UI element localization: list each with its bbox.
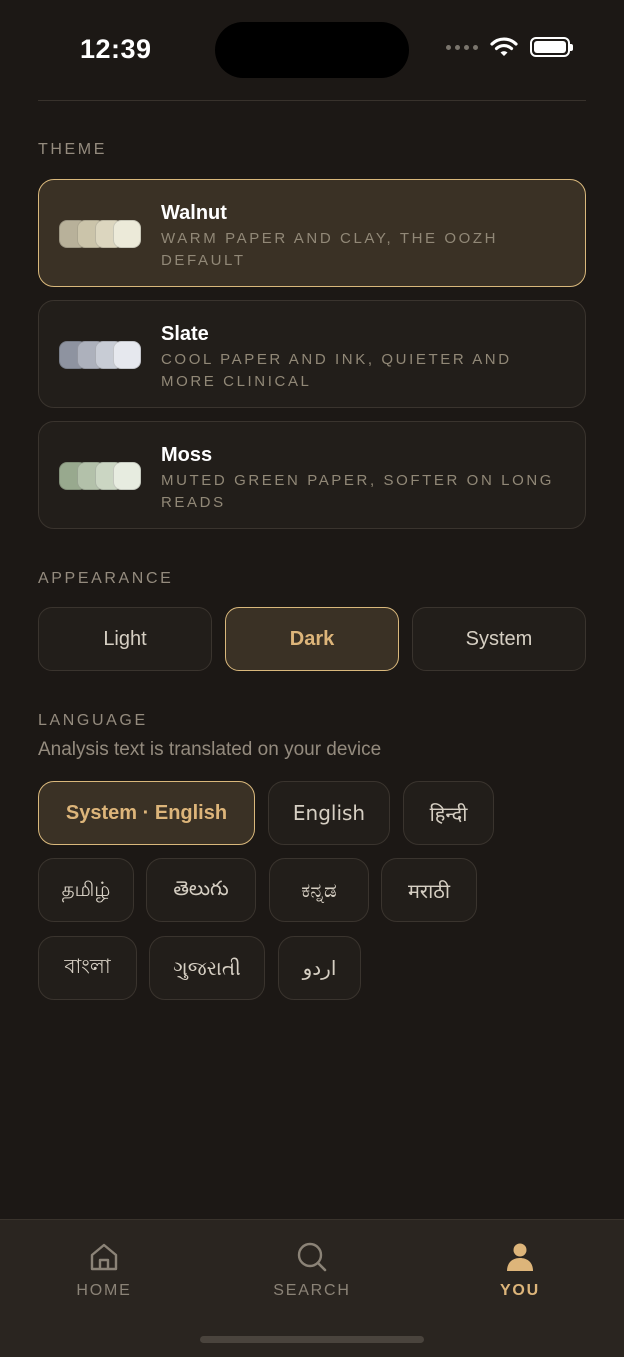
theme-description: COOL PAPER AND INK, QUIETER AND MORE CLI… <box>161 351 512 390</box>
appearance-system-button[interactable]: System <box>412 607 586 671</box>
language-subtitle: Analysis text is translated on your devi… <box>38 739 382 760</box>
tab-label: HOME <box>76 1282 132 1299</box>
theme-name: Walnut <box>161 202 227 224</box>
appearance-light-button[interactable]: Light <box>38 607 212 671</box>
theme-card-walnut[interactable]: Walnut WARM PAPER AND CLAY, THE OOZH DEF… <box>38 179 586 287</box>
header-divider <box>38 100 586 101</box>
language-chip-english[interactable]: English <box>268 781 390 845</box>
tab-label: SEARCH <box>273 1282 351 1299</box>
language-section-label: LANGUAGE <box>38 712 148 729</box>
dynamic-island <box>215 22 409 78</box>
search-icon <box>297 1242 327 1272</box>
theme-description: WARM PAPER AND CLAY, THE OOZH DEFAULT <box>161 230 499 269</box>
language-chip-kannada[interactable]: ಕನ್ನಡ <box>269 858 369 922</box>
language-chip-gujarati[interactable]: ગુજરાતી <box>149 936 265 1000</box>
swatch <box>113 341 141 369</box>
settings-screen: 12:39 THEME Walnut WARM PAPER AND CLAY, … <box>0 0 624 1357</box>
language-chip-system-english[interactable]: System · English <box>38 781 255 845</box>
wifi-icon <box>490 37 518 56</box>
tab-label: YOU <box>499 1282 541 1299</box>
tab-you[interactable]: YOU <box>416 1220 624 1320</box>
home-icon <box>90 1243 118 1271</box>
language-chip-urdu[interactable]: اردو <box>278 936 361 1000</box>
theme-card-moss[interactable]: Moss MUTED GREEN PAPER, SOFTER ON LONG R… <box>38 421 586 529</box>
theme-name: Moss <box>161 444 213 466</box>
signal-dots-icon <box>446 44 478 50</box>
appearance-section-label: APPEARANCE <box>38 570 174 587</box>
theme-swatches <box>59 341 141 369</box>
language-chip-telugu[interactable]: తెలుగు <box>146 858 256 922</box>
tab-search[interactable]: SEARCH <box>208 1220 416 1320</box>
tab-home[interactable]: HOME <box>0 1220 208 1320</box>
swatch <box>113 462 141 490</box>
language-chip-tamil[interactable]: தமிழ் <box>38 858 134 922</box>
language-chip-hindi[interactable]: हिन्दी <box>403 781 494 845</box>
status-icons <box>446 36 573 58</box>
person-icon <box>507 1243 533 1271</box>
language-chip-marathi[interactable]: मराठी <box>381 858 477 922</box>
battery-icon <box>530 37 573 57</box>
theme-swatches <box>59 220 141 248</box>
appearance-dark-button[interactable]: Dark <box>225 607 399 671</box>
theme-section-label: THEME <box>38 141 107 158</box>
home-indicator <box>200 1336 424 1343</box>
theme-name: Slate <box>161 323 209 345</box>
theme-card-slate[interactable]: Slate COOL PAPER AND INK, QUIETER AND MO… <box>38 300 586 408</box>
theme-swatches <box>59 462 141 490</box>
theme-description: MUTED GREEN PAPER, SOFTER ON LONG READS <box>161 472 555 511</box>
swatch <box>113 220 141 248</box>
language-chip-bengali[interactable]: বাংলা <box>38 936 137 1000</box>
status-time: 12:39 <box>80 34 152 64</box>
